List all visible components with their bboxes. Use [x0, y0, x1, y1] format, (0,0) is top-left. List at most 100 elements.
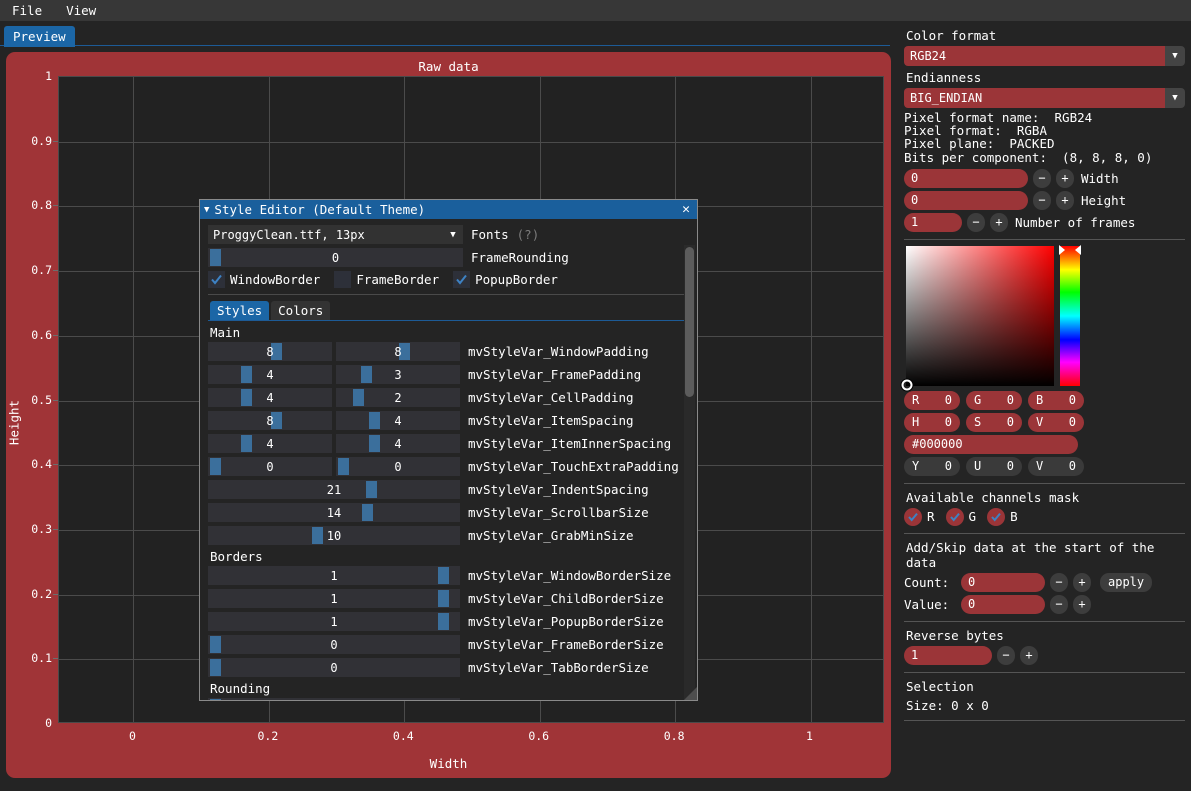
r-channel-input[interactable]: R0: [904, 390, 960, 410]
style-var-slider[interactable]: 21: [208, 480, 460, 499]
style-var-slider[interactable]: 2: [336, 388, 460, 407]
style-var-slider[interactable]: 8: [208, 342, 332, 361]
style-var-slider[interactable]: 4: [336, 434, 460, 453]
hue-marker-left-icon: [1059, 244, 1065, 255]
g-channel-value: 0: [1006, 393, 1014, 408]
h-channel-input[interactable]: H0: [904, 412, 960, 432]
reverse-plus-button[interactable]: +: [1020, 645, 1038, 665]
font-combo[interactable]: ProggyClean.ttf, 13px ▼: [208, 225, 463, 244]
count-plus-button[interactable]: +: [1073, 572, 1091, 592]
hex-color-input[interactable]: #000000: [904, 434, 1078, 454]
style-var-slider[interactable]: 4: [208, 434, 332, 453]
style-var-slider[interactable]: 4: [336, 411, 460, 430]
style-var-slider[interactable]: 0: [336, 457, 460, 476]
value-minus-button[interactable]: −: [1050, 594, 1068, 614]
height-input[interactable]: 0: [904, 190, 1028, 210]
count-label: Count:: [904, 574, 950, 590]
tab-preview[interactable]: Preview: [4, 26, 75, 47]
value-plus-button[interactable]: +: [1073, 594, 1091, 614]
width-minus-button[interactable]: −: [1033, 168, 1051, 188]
scrollbar-thumb[interactable]: [685, 247, 694, 397]
v-channel-input[interactable]: V0: [1028, 412, 1084, 432]
collapse-arrow-icon[interactable]: ▼: [204, 205, 209, 215]
sv-cursor-handle[interactable]: [901, 379, 913, 391]
y-tick-mark: [53, 464, 58, 466]
menu-item-file[interactable]: File: [8, 2, 46, 19]
style-var-slider[interactable]: 10: [208, 526, 460, 545]
style-var-slider[interactable]: 8: [336, 342, 460, 361]
style-var-slider[interactable]: 4: [208, 388, 332, 407]
checkbox-frame-border[interactable]: [334, 271, 352, 288]
style-var-slider[interactable]: [208, 698, 460, 700]
saturation-value-square[interactable]: [901, 245, 1054, 391]
mask-checkbox-g[interactable]: [945, 507, 964, 526]
style-var-slider[interactable]: 0: [208, 457, 332, 476]
tab-styles[interactable]: Styles: [210, 301, 270, 320]
value-input[interactable]: 0: [961, 594, 1045, 614]
v2-channel-input[interactable]: V0: [1028, 456, 1084, 476]
style-var-slider[interactable]: 0: [208, 658, 460, 677]
endianness-combo[interactable]: BIG_ENDIAN ▼: [904, 88, 1185, 108]
style-var-row-partial: [208, 698, 689, 700]
style-var-slider[interactable]: 0: [208, 635, 460, 654]
style-var-slider[interactable]: 3: [336, 365, 460, 384]
count-minus-button[interactable]: −: [1050, 572, 1068, 592]
style-var-name: mvStyleVar_ChildBorderSize: [468, 591, 664, 606]
mask-checkbox-r[interactable]: [904, 507, 922, 526]
tab-colors[interactable]: Colors: [271, 301, 331, 320]
style-var-value: 0: [394, 459, 402, 474]
y-axis-label: Height: [6, 399, 22, 446]
close-icon[interactable]: ✕: [679, 202, 693, 217]
hue-bar[interactable]: [1059, 244, 1081, 386]
fonts-help-icon[interactable]: (?): [517, 227, 540, 242]
style-var-slider[interactable]: 1: [208, 612, 460, 631]
width-plus-button[interactable]: +: [1056, 168, 1074, 188]
reverse-bytes-input[interactable]: 1: [904, 645, 992, 665]
check-icon: [211, 274, 222, 285]
height-row: 0 − + Height: [904, 190, 1185, 210]
selection-size: Size: 0 x 0: [906, 697, 989, 713]
frame-rounding-slider[interactable]: 0: [208, 248, 463, 267]
height-minus-button[interactable]: −: [1033, 190, 1051, 210]
style-var-slider[interactable]: 1: [208, 589, 460, 608]
apply-button[interactable]: apply: [1100, 572, 1153, 592]
slider-grab-handle[interactable]: [210, 699, 221, 700]
checkbox-popup-border[interactable]: [453, 271, 471, 288]
s-channel-key: S: [974, 415, 982, 430]
frames-plus-button[interactable]: +: [990, 212, 1008, 232]
color-picker: [901, 244, 1185, 391]
x-tick-label: 0.4: [392, 729, 414, 743]
style-var-slider[interactable]: 1: [208, 566, 460, 585]
style-var-slider[interactable]: 4: [208, 365, 332, 384]
color-format-combo[interactable]: RGB24 ▼: [904, 46, 1185, 66]
h-channel-value: 0: [944, 415, 952, 430]
b-channel-key: B: [1036, 393, 1044, 408]
menu-item-view[interactable]: View: [62, 2, 100, 19]
style-var-value: 4: [266, 436, 274, 451]
g-channel-input[interactable]: G0: [966, 390, 1022, 410]
dialog-vertical-scrollbar[interactable]: [684, 245, 695, 700]
width-row: 0 − + Width: [904, 168, 1185, 188]
frames-minus-button[interactable]: −: [967, 212, 985, 232]
dialog-title-bar[interactable]: ▼ Style Editor (Default Theme) ✕: [200, 200, 697, 219]
y-tick-mark: [53, 270, 58, 272]
height-plus-button[interactable]: +: [1056, 190, 1074, 210]
checkbox-window-border[interactable]: [208, 271, 225, 288]
check-icon: [991, 512, 1001, 522]
height-label: Height: [1081, 192, 1127, 208]
u-channel-input[interactable]: U0: [966, 456, 1022, 476]
reverse-minus-button[interactable]: −: [997, 645, 1015, 665]
width-input[interactable]: 0: [904, 168, 1028, 188]
x-tick-label: 0.2: [257, 729, 279, 743]
resize-grip-icon[interactable]: [684, 687, 697, 700]
style-var-slider[interactable]: 14: [208, 503, 460, 522]
style-var-slider[interactable]: 8: [208, 411, 332, 430]
y-channel-input[interactable]: Y0: [904, 456, 960, 476]
b-channel-input[interactable]: B0: [1028, 390, 1084, 410]
count-input[interactable]: 0: [961, 572, 1045, 592]
style-var-value: 8: [266, 413, 274, 428]
s-channel-input[interactable]: S0: [966, 412, 1022, 432]
frames-input[interactable]: 1: [904, 212, 962, 232]
mask-checkbox-b[interactable]: [987, 507, 1006, 526]
check-icon: [949, 512, 960, 522]
